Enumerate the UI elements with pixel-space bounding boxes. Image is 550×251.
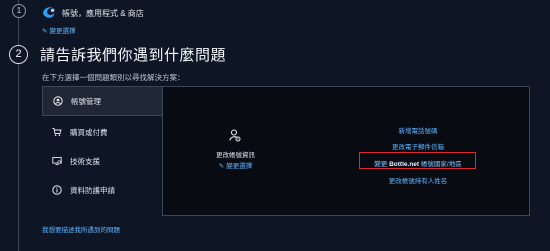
- category-menu: 帳號管理 購買或付費 技術支援 資料防護申請: [42, 86, 162, 205]
- category-label: 資料防護申請: [70, 185, 115, 195]
- change-country-prefix: 變更: [374, 161, 388, 168]
- step-1-change-link[interactable]: ✎ 變更選擇: [42, 25, 75, 35]
- step-1-title: 帳號，應用程式 & 商店: [62, 9, 144, 18]
- subcategory-change-link[interactable]: ✎ 變更選擇: [163, 160, 308, 170]
- change-account-holder-name-link[interactable]: 更改帳號持有人姓名: [307, 175, 529, 185]
- page-subtitle: 在下方選擇一個問題類別以尋找解決方案：: [42, 73, 185, 82]
- subcategory-panel: 更改帳號資訊 ✎ 變更選擇: [162, 86, 309, 216]
- pencil-icon: ✎: [42, 28, 48, 35]
- issue-options-panel: 新增電話號碼 更改電子郵件信箱 變更 Bottle.net 帳號國家/地區 更改…: [307, 86, 530, 216]
- step-1-indicator: 1: [12, 4, 26, 18]
- category-label: 購買或付費: [70, 127, 108, 137]
- account-gear-icon: [229, 129, 241, 142]
- category-data-protection[interactable]: 資料防護申請: [42, 175, 162, 205]
- change-country-link[interactable]: 變更 Bottle.net 帳號國家/地區: [307, 158, 529, 168]
- describe-issue-link[interactable]: 我想要描述我所遇到的問題: [42, 224, 120, 234]
- category-tech-support[interactable]: 技術支援: [42, 147, 162, 175]
- progress-rail: [18, 0, 19, 251]
- pencil-icon: ✎: [218, 163, 225, 170]
- change-country-suffix: 帳號國家/地區: [420, 161, 462, 168]
- add-phone-link[interactable]: 新增電話號碼: [307, 125, 529, 135]
- category-label: 帳號管理: [71, 96, 101, 106]
- change-email-link[interactable]: 更改電子郵件信箱: [307, 141, 529, 151]
- category-label: 技術支援: [70, 156, 100, 166]
- monitor-icon: [52, 156, 62, 166]
- game-logo-icon: [43, 7, 55, 18]
- page-title: 請告訴我們你遇到什麼問題: [40, 47, 227, 64]
- step-2-indicator: 2: [9, 45, 28, 64]
- user-circle-icon: [53, 96, 63, 106]
- category-account-management[interactable]: 帳號管理: [42, 86, 162, 116]
- step-1-change-label: 變更選擇: [49, 28, 76, 35]
- cart-icon: [52, 127, 62, 137]
- info-icon: [52, 185, 62, 195]
- subcategory-change-label: 變更選擇: [226, 163, 253, 170]
- change-country-brand: Bottle.net: [389, 161, 420, 168]
- subcategory-title: 更改帳號資訊: [216, 152, 255, 159]
- category-purchase-payment[interactable]: 購買或付費: [42, 117, 162, 147]
